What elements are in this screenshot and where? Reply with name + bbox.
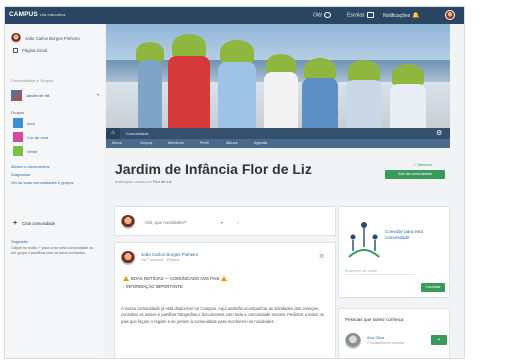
- sidebar-group-item[interactable]: Verde: [13, 146, 93, 157]
- group-thumbnail: [13, 118, 23, 128]
- avatar[interactable]: [345, 333, 361, 349]
- home-icon: [13, 48, 18, 54]
- sidebar-link-see-all[interactable]: Ver as suas comunidades e grupos: [11, 180, 97, 185]
- tab-mural[interactable]: Mural: [112, 141, 122, 145]
- tab-albums[interactable]: Álbuns: [226, 141, 238, 145]
- create-community-label: Criar comunidade: [22, 221, 56, 226]
- topbar-hello-label: Olá!: [313, 12, 323, 19]
- post-body: A nossa comunidade já está disponível no…: [121, 306, 324, 324]
- topbar-schools[interactable]: Escolas: [347, 12, 374, 18]
- brand-subtitle: vila educativa: [39, 12, 66, 17]
- create-community-button[interactable]: + Criar comunidade: [13, 220, 55, 227]
- sidebar-item-label: Jardim de Inf.: [26, 93, 51, 98]
- sidebar-note-text: Clique no botão + para criar uma comunid…: [11, 246, 94, 255]
- more-icon[interactable]: •: [237, 220, 238, 225]
- people-suggestions-title: Pessoas que talvez conheça: [345, 317, 404, 322]
- tab-groups[interactable]: Grupos: [140, 141, 152, 145]
- topbar-notifications[interactable]: Notificações 🔔: [383, 12, 420, 19]
- user-avatar[interactable]: [445, 10, 455, 20]
- page-title: Jardim de Infância Flor de Liz: [115, 161, 312, 177]
- page-subtitle: Instituição criada por Flor de Liz: [115, 179, 172, 184]
- avatar: [11, 33, 21, 43]
- browser-viewport: CAMPUS vila educativa Olá! Escolas Notifi…: [4, 6, 465, 359]
- bell-icon: 🔔: [412, 13, 420, 19]
- left-sidebar: João Carlos Borges Pinheiro Página inici…: [5, 24, 103, 358]
- group-thumbnail: [13, 132, 23, 142]
- suggested-person-detail: 2 contactos em comum: [367, 341, 405, 345]
- breadcrumb[interactable]: Comunidade: [126, 131, 149, 136]
- sidebar-group-label: Azul: [27, 121, 35, 126]
- post-meta: Há 7 minutos · Pública: [141, 258, 180, 262]
- cover-photo: [106, 24, 450, 128]
- avatar: [121, 215, 135, 229]
- group-thumbnail: [13, 146, 23, 156]
- warning-icon: [123, 276, 129, 282]
- tab-profile[interactable]: Perfil: [200, 141, 209, 145]
- tab-agenda[interactable]: Agenda: [254, 141, 267, 145]
- sidebar-group-label: Cor-de-rosa: [27, 135, 49, 140]
- topbar-schools-label: Escolas: [347, 12, 365, 19]
- invite-widget: Convidar para esta comunidade Endereço d…: [338, 206, 450, 298]
- chevron-down-icon[interactable]: ▾: [97, 92, 99, 97]
- add-contact-button[interactable]: +: [431, 335, 447, 345]
- list-item: Ana Silva 2 contactos em comum +: [345, 331, 449, 353]
- suggested-person-name[interactable]: Ana Silva: [367, 335, 384, 340]
- post-notice-line: BOAS NOTÍCIAS — COMUNICADO AOS PAIS: [121, 276, 229, 282]
- post-notice-text: INFORMAÇÃO IMPORTANTE: [126, 284, 183, 289]
- gear-icon[interactable]: ⚙: [436, 129, 442, 137]
- topbar-notifications-label: Notificações: [383, 13, 411, 19]
- home-button[interactable]: ⌂: [106, 128, 120, 139]
- membership-status: ✓ Membro: [413, 162, 433, 167]
- sidebar-group-item[interactable]: Azul: [13, 118, 93, 129]
- warning-icon: [221, 276, 228, 282]
- community-tabs: Mural Grupos Membros Perfil Álbuns Agend…: [106, 139, 450, 148]
- invite-illustration-icon: [348, 222, 380, 258]
- sidebar-group-item[interactable]: Cor-de-rosa: [13, 132, 93, 143]
- post-notice-line: ! INFORMAÇÃO IMPORTANTE: [121, 284, 183, 289]
- page-subtitle-text: Instituição criada por: [115, 179, 154, 184]
- sidebar-link-diagrams[interactable]: Diagramas: [11, 172, 30, 177]
- cover-toolbar: ⌂ Comunidade ⚙: [106, 128, 450, 139]
- post-author[interactable]: João Carlos Borges Pinheiro: [141, 252, 198, 257]
- leave-community-button[interactable]: Sair da comunidade: [385, 170, 445, 179]
- people-suggestions: Pessoas que talvez conheça Ana Silva 2 c…: [338, 308, 450, 358]
- sidebar-user-name: João Carlos Borges Pinheiro: [25, 36, 80, 41]
- tab-members[interactable]: Membros: [168, 141, 184, 145]
- sidebar-section-heading: Comunidades e Grupos: [11, 78, 54, 83]
- sidebar-note-title: Sugestão: [11, 239, 28, 244]
- post-composer-prompt[interactable]: Olá, que novidades?: [145, 220, 186, 225]
- sidebar-group-label: Verde: [27, 149, 38, 154]
- top-navigation-bar: CAMPUS vila educativa Olá! Escolas Notifi…: [5, 7, 464, 24]
- calendar-icon: [366, 12, 374, 18]
- search-icon: [324, 12, 332, 18]
- post-composer[interactable]: Olá, que novidades? ▾ •: [114, 206, 336, 236]
- post-options-icon[interactable]: ⚙: [319, 253, 324, 260]
- sidebar-link-albums[interactable]: Álbuns e documentos: [11, 164, 49, 169]
- sidebar-item-home[interactable]: Página inicial: [13, 48, 48, 54]
- avatar[interactable]: [121, 251, 135, 265]
- invite-email-input[interactable]: Endereço de email: [345, 269, 415, 275]
- visibility-dropdown[interactable]: ▾: [221, 220, 223, 225]
- plus-icon: +: [13, 220, 18, 227]
- page-subtitle-link[interactable]: Flor de Liz: [153, 179, 172, 184]
- sidebar-groups-heading: Grupos: [11, 110, 25, 115]
- post-notice-text: BOAS NOTÍCIAS — COMUNICADO AOS PAIS: [131, 276, 220, 281]
- warning-icon: !: [123, 284, 125, 289]
- invite-text: Convidar para esta comunidade: [385, 229, 424, 240]
- feed-post: João Carlos Borges Pinheiro Há 7 minutos…: [114, 242, 336, 358]
- brand-logo[interactable]: CAMPUS vila educativa: [9, 11, 65, 18]
- invite-button[interactable]: Convidar: [421, 283, 445, 292]
- topbar-hello[interactable]: Olá!: [313, 12, 332, 19]
- sidebar-item-label: Página inicial: [22, 48, 48, 53]
- community-thumbnail: [11, 90, 22, 101]
- sidebar-item-community[interactable]: Jardim de Inf. ▾: [11, 88, 99, 104]
